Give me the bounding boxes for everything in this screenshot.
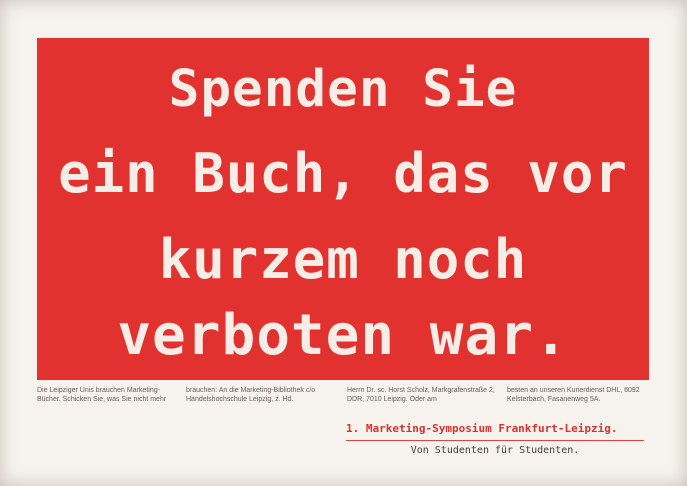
red-headline-panel: Spenden Sie ein Buch, das vor kurzem noc… <box>37 38 649 380</box>
symposium-title: 1. Marketing-Symposium Frankfurt-Leipzig… <box>346 422 618 435</box>
headline-line-4: verboten war. <box>117 303 569 368</box>
headline-line-2: ein Buch, das vor <box>58 142 628 205</box>
footer-divider <box>346 440 644 441</box>
headline-line-1: Spenden Sie <box>168 60 518 119</box>
body-text-columns: Die Leipziger Unis brauchen Marketing-Bü… <box>37 386 649 416</box>
body-text-column-4: besten an unseren Kurierdienst DHL, 6092… <box>507 387 640 403</box>
body-text-column-3: Herrn Dr. sc. Horst Scholz, Markgrafenst… <box>347 387 495 403</box>
body-text-column-2: brauchen: An die Marketing-Bibliothek c/… <box>186 387 316 403</box>
headline-line-3: kurzem noch <box>158 228 528 291</box>
symposium-subtitle: Von Studenten für Studenten. <box>410 445 580 456</box>
body-text-column-1: Die Leipziger Unis brauchen Marketing-Bü… <box>37 387 167 403</box>
